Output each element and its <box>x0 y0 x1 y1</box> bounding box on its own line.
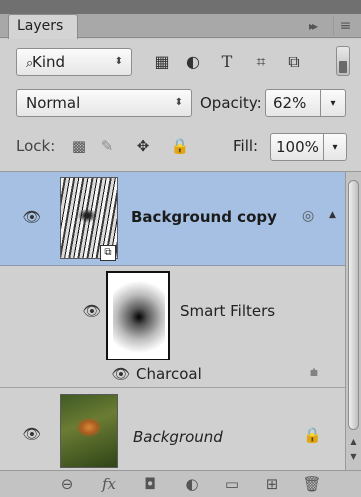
adjustment-layer-icon[interactable]: ◐ <box>180 474 204 494</box>
filter-kind-label: Kind <box>32 53 66 71</box>
group-folder-icon[interactable]: ▭ <box>220 474 244 494</box>
pixel-filter-icon[interactable]: ▦ <box>150 50 174 74</box>
lock-transparent-pixels-icon[interactable]: ▩ <box>68 135 90 157</box>
fill-label: Fill: <box>233 137 259 155</box>
panel-menu-icon[interactable]: ≡ <box>333 16 357 36</box>
smartobject-filter-icon[interactable]: ⧉ <box>282 50 306 74</box>
filter-toggle-knob <box>339 61 347 73</box>
fx-icon[interactable]: fx <box>97 474 121 494</box>
fill-input[interactable]: 100% <box>270 133 324 161</box>
filter-name[interactable]: Charcoal <box>136 365 202 383</box>
adjustment-filter-icon[interactable]: ◐ <box>181 50 205 74</box>
blend-mode-select[interactable]: Normal ⬍ <box>16 89 192 117</box>
layer-name[interactable]: Background <box>133 428 223 446</box>
opacity-label: Opacity: <box>200 94 262 112</box>
new-layer-icon[interactable]: ⊞ <box>260 474 284 494</box>
scrollbar-thumb[interactable] <box>348 180 359 430</box>
layer-lock-icon: 🔒 <box>303 426 322 444</box>
scroll-down-arrow[interactable]: ▼ <box>347 452 360 464</box>
lock-all-icon[interactable]: 🔒 <box>169 135 191 157</box>
select-spin-icon: ⬍ <box>114 56 123 67</box>
smart-filter-indicator-icon: ◎ <box>302 208 315 224</box>
smart-filters-label: Smart Filters <box>180 302 276 320</box>
filter-mask-thumbnail[interactable] <box>113 280 165 354</box>
collapse-panel-icon[interactable]: ▸▸ <box>300 16 324 36</box>
scroll-up-arrow[interactable]: ▲ <box>347 437 360 449</box>
link-layers-icon[interactable]: ⊖ <box>55 474 79 494</box>
layer-name[interactable]: Background copy <box>131 208 277 226</box>
select-spin-icon: ⬍ <box>174 97 183 108</box>
smart-object-badge-icon: ⧉ <box>100 245 116 261</box>
lock-image-pixels-icon[interactable]: ✎ <box>96 135 118 157</box>
visibility-eye-icon[interactable]: 👁 <box>21 427 43 442</box>
lock-label: Lock: <box>16 137 56 155</box>
add-mask-icon[interactable]: ◘ <box>138 474 162 494</box>
tab-layers[interactable]: Layers <box>8 14 78 40</box>
opacity-dropdown-arrow[interactable]: ▾ <box>320 89 346 117</box>
layer-thumbnail-tiger-photo[interactable] <box>60 394 118 468</box>
visibility-eye-icon[interactable]: 👁 <box>81 304 103 319</box>
blend-mode-value: Normal <box>26 94 81 112</box>
lock-position-icon[interactable]: ✥ <box>132 135 154 157</box>
collapse-arrow-icon[interactable]: ▲ <box>329 210 336 220</box>
fill-dropdown-arrow[interactable]: ▾ <box>323 133 347 161</box>
visibility-eye-icon[interactable]: 👁 <box>110 367 132 382</box>
opacity-input[interactable]: 62% <box>265 89 321 117</box>
shape-filter-icon[interactable]: ⌗ <box>249 50 273 74</box>
trash-icon[interactable]: 🗑 <box>300 474 324 494</box>
visibility-eye-icon[interactable]: 👁 <box>21 210 43 225</box>
panel-top-strip <box>0 0 361 14</box>
smart-filters-row[interactable] <box>0 266 345 360</box>
filter-blending-options-icon[interactable]: ⩧ <box>303 365 325 381</box>
type-filter-icon[interactable]: T <box>215 50 239 74</box>
